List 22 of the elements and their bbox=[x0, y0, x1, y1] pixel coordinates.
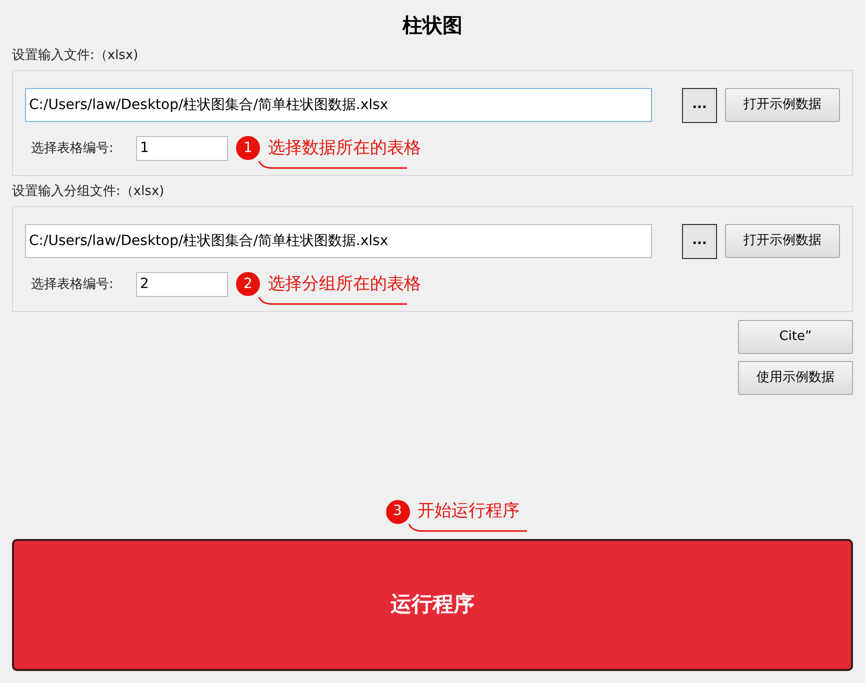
browse-button[interactable]: ... bbox=[682, 224, 717, 258]
file-path-field[interactable]: C:/Users/law/Desktop/柱状图集合/简单柱状图数据.xlsx bbox=[25, 88, 652, 122]
side-button[interactable]: 使用示例数据 bbox=[738, 361, 853, 395]
annotation-text: 开始运行程序 bbox=[418, 500, 520, 523]
step-number-badge: 1 bbox=[236, 136, 260, 160]
browse-button[interactable]: ... bbox=[682, 88, 717, 122]
window-title: 柱状图 bbox=[402, 12, 462, 39]
annotation-text: 选择分组所在的表格 bbox=[268, 272, 421, 296]
run-button[interactable]: 运行程序 bbox=[12, 538, 853, 670]
step-number-badge: 2 bbox=[236, 272, 260, 296]
sheet-number-field[interactable]: 1 bbox=[136, 136, 228, 161]
side-button[interactable]: Cite” bbox=[738, 320, 853, 354]
sheet-number-label: 选择表格编号: bbox=[31, 140, 114, 158]
step-number-badge: 3 bbox=[386, 500, 410, 524]
annotation-text: 选择数据所在的表格 bbox=[268, 136, 421, 160]
open-example-button[interactable]: 打开示例数据 bbox=[725, 88, 840, 122]
sheet-number-label: 选择表格编号: bbox=[31, 276, 114, 294]
section-label: 设置输入文件:（xlsx) bbox=[12, 47, 140, 65]
file-path-field[interactable]: C:/Users/law/Desktop/柱状图集合/简单柱状图数据.xlsx bbox=[25, 224, 652, 258]
section-label: 设置输入分组文件:（xlsx) bbox=[12, 183, 166, 201]
sheet-number-field[interactable]: 2 bbox=[136, 272, 228, 297]
open-example-button[interactable]: 打开示例数据 bbox=[725, 224, 840, 258]
